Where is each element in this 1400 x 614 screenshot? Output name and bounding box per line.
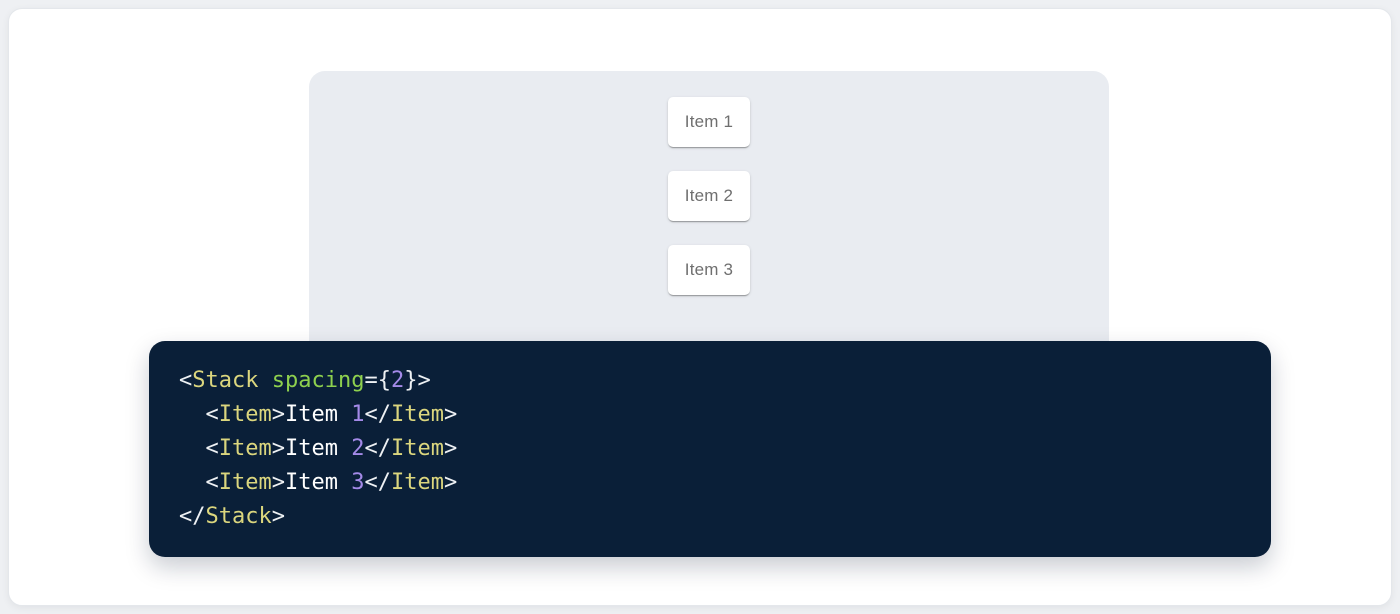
code-content: <Stack spacing={2}> <Item>Item 1</Item> … — [179, 364, 1241, 534]
code-token-punct: > — [272, 402, 285, 427]
code-token-punct: < — [206, 470, 219, 495]
code-token-tag: Item — [391, 402, 444, 427]
code-token-punct: < — [206, 436, 219, 461]
code-token-punct: > — [444, 436, 457, 461]
stack-item: Item 1 — [668, 97, 750, 147]
code-token-attr: spacing — [272, 368, 365, 393]
code-token-text: Item — [285, 402, 351, 427]
code-token-tag: Stack — [192, 368, 258, 393]
code-token-punct: </ — [364, 436, 391, 461]
code-token-number: 2 — [351, 436, 364, 461]
code-line: <Stack spacing={2}> — [179, 364, 1241, 398]
code-token-number: 3 — [351, 470, 364, 495]
code-token-tag: Item — [219, 470, 272, 495]
code-token-tag: Item — [391, 470, 444, 495]
code-token-punct: > — [272, 436, 285, 461]
code-token-punct: }> — [404, 368, 431, 393]
code-token-punct: </ — [364, 402, 391, 427]
code-token-text: Item — [285, 436, 351, 461]
code-token-text — [179, 402, 206, 427]
stack: Item 1 Item 2 Item 3 — [309, 97, 1109, 295]
code-token-punct: > — [444, 470, 457, 495]
code-token-punct: > — [272, 504, 285, 529]
code-token-tag: Item — [391, 436, 444, 461]
code-token-punct: </ — [179, 504, 206, 529]
code-token-number: 1 — [351, 402, 364, 427]
code-token-text — [179, 470, 206, 495]
code-token-punct: > — [444, 402, 457, 427]
code-token-punct: < — [179, 368, 192, 393]
code-token-tag: Item — [219, 436, 272, 461]
code-token-text: Item — [285, 470, 351, 495]
code-token-tag: Stack — [206, 504, 272, 529]
code-line: <Item>Item 1</Item> — [179, 398, 1241, 432]
stack-demo-panel: Item 1 Item 2 Item 3 — [309, 71, 1109, 371]
code-token-text — [179, 436, 206, 461]
code-line: <Item>Item 3</Item> — [179, 466, 1241, 500]
code-line: <Item>Item 2</Item> — [179, 432, 1241, 466]
code-token-number: 2 — [391, 368, 404, 393]
code-line: </Stack> — [179, 500, 1241, 534]
code-token-tag: Item — [219, 402, 272, 427]
code-token-text — [258, 368, 271, 393]
stack-item: Item 2 — [668, 171, 750, 221]
page-card: Item 1Item 2Item 3 <Stack spacing={2}> <… — [8, 8, 1392, 606]
stack-item: Item 3 — [668, 245, 750, 295]
code-token-punct: </ — [364, 470, 391, 495]
code-token-punct: < — [206, 402, 219, 427]
code-token-punct: > — [272, 470, 285, 495]
code-block: <Stack spacing={2}> <Item>Item 1</Item> … — [149, 341, 1271, 557]
code-token-punct: ={ — [364, 368, 391, 393]
